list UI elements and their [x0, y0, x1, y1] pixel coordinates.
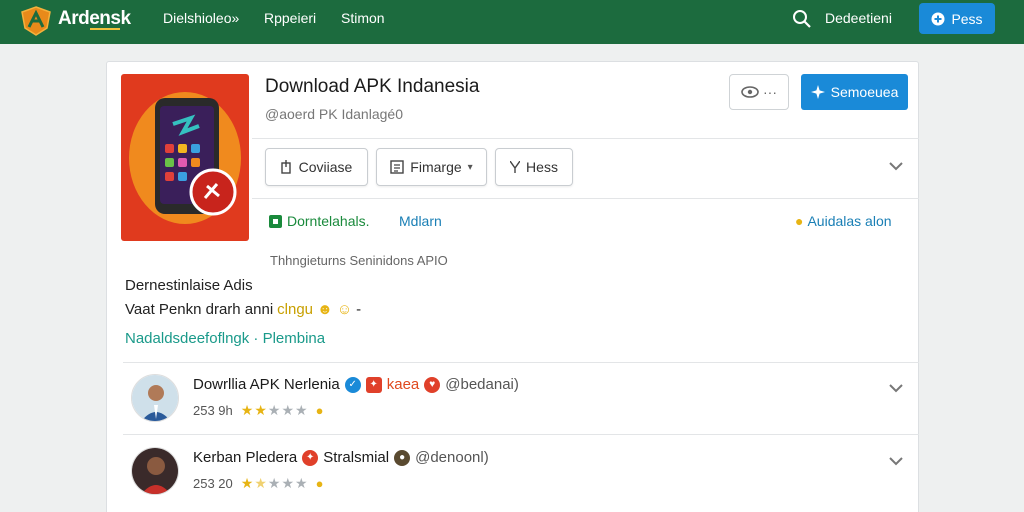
plus-icon [931, 12, 945, 25]
description-text: Vaat Penkn drarh anni [125, 301, 274, 318]
avatar[interactable] [131, 374, 179, 422]
globe-icon: ● [394, 449, 411, 466]
eye-icon [741, 86, 759, 98]
warning-icon: ● [795, 213, 804, 229]
manage-dropdown[interactable]: Fimarge ▾ [376, 148, 487, 186]
user-menu[interactable]: Dedeetieni [825, 10, 892, 26]
star-icon: ★ [295, 475, 308, 491]
section-tags[interactable]: Nadaldsdeefoflngk · Plembina [125, 330, 325, 347]
reviewer-handle[interactable]: @denoonl) [415, 449, 489, 466]
review-item[interactable]: Kerban Pledera ✦ Stralsmial ● @denoonl) … [131, 443, 921, 505]
review-item[interactable]: Dowrllia APK Nerlenia ✓ ✦ kaea ♥ @bedana… [131, 370, 921, 432]
notice-link[interactable]: ● Auidalas alon [795, 213, 892, 229]
star-rating: ★ ★ ★ ★ ★ [241, 475, 308, 492]
divider [123, 434, 919, 435]
manage-label: Fimarge [410, 159, 462, 175]
star-icon: ★ [240, 402, 254, 418]
star-icon: ★ [267, 402, 281, 418]
divider [252, 138, 919, 139]
emoji-icon: ● [315, 476, 324, 491]
star-icon: ★ [295, 402, 308, 418]
avatar[interactable] [131, 447, 179, 495]
brand-name[interactable]: Ardensk [58, 8, 131, 30]
section-description: Vaat Penkn drarh anni clngu ☻ ☺ - [125, 301, 361, 318]
star-rating: ★ ★ ★ ★ ★ [241, 402, 308, 419]
divider [123, 362, 919, 363]
view-toggle-button[interactable]: ··· [729, 74, 789, 110]
nav-item-2[interactable]: Rppeieri [264, 10, 316, 26]
star-icon: ★ [267, 475, 281, 491]
phone-illustration [129, 92, 241, 224]
brand-underline [90, 28, 120, 30]
star-icon: ★ [281, 402, 295, 418]
star-icon: ★ [254, 402, 267, 418]
chevron-down-icon[interactable] [888, 380, 904, 396]
filter-button[interactable]: Hess [495, 148, 573, 186]
star-icon: ★ [281, 475, 295, 491]
app-title: Download APK Indanesia [265, 76, 480, 97]
dash-separator: - [356, 301, 362, 318]
status-link[interactable]: Mdlarn [399, 213, 442, 229]
reviewer-handle[interactable]: @bedanai) [445, 376, 519, 393]
download-icon [280, 160, 291, 174]
primary-action-label: Semoeuea [830, 84, 899, 100]
reviewer-name: Kerban Pledera [193, 449, 298, 466]
header-action-button[interactable]: Pess [919, 3, 995, 34]
badge-icon: ✦ [302, 449, 319, 466]
description-highlight: clngu [277, 301, 314, 318]
chevron-down-icon[interactable] [888, 453, 904, 469]
search-icon[interactable] [792, 9, 812, 29]
filter-label: Hess [526, 159, 558, 175]
review-time: 253 20 [193, 476, 233, 491]
emoji-icon: ☻ [317, 301, 333, 318]
emoji-icon: ● [315, 403, 324, 418]
download-button[interactable]: Coviiase [265, 148, 368, 186]
section-heading: Dernestinlaise Adis [125, 277, 253, 294]
divider [252, 198, 919, 199]
caret-icon: ▾ [467, 161, 473, 173]
review-tag: Stralsmial [323, 449, 390, 466]
verified-icon: ✓ [344, 376, 361, 393]
filter-icon [510, 161, 521, 173]
nav-item-1[interactable]: Dielshioleo» [163, 10, 239, 26]
sparkle-icon [810, 85, 825, 99]
review-time: 253 9h [193, 403, 233, 418]
list-icon [390, 160, 404, 174]
download-status: Dorntelahals. [269, 213, 370, 229]
review-meta: 253 20 ★ ★ ★ ★ ★ ● [193, 475, 323, 492]
reviewer-name: Dowrllia APK Nerlenia [193, 376, 340, 393]
star-icon: ★ [240, 475, 254, 491]
section-caption: Thhngieturns Seninidons APIO [270, 253, 448, 268]
top-navigation-bar: Ardensk Dielshioleo» Rppeieri Stimon Ded… [0, 0, 1024, 44]
heart-icon: ♥ [424, 376, 441, 393]
app-detail-card: Download APK Indanesia @aoerd PK Idanlag… [106, 61, 919, 512]
notice-label: Auidalas alon [807, 213, 892, 229]
shield-logo-icon[interactable] [20, 6, 52, 36]
review-title: Kerban Pledera ✦ Stralsmial ● @denoonl) [193, 449, 489, 466]
status-text: Dorntelahals. [287, 213, 370, 229]
star-icon: ★ [254, 475, 267, 491]
download-label: Coviiase [298, 159, 353, 175]
primary-action-button[interactable]: Semoeuea [801, 74, 908, 110]
header-action-label: Pess [951, 10, 983, 27]
review-meta: 253 9h ★ ★ ★ ★ ★ ● [193, 402, 323, 419]
review-tag: kaea [386, 376, 420, 393]
view-toggle-label: ··· [763, 84, 777, 100]
status-icon [269, 214, 282, 228]
chevron-down-icon[interactable] [888, 158, 904, 174]
app-icon [121, 74, 249, 241]
app-developer[interactable]: @aoerd PK Idanlagé0 [265, 106, 403, 122]
emoji-icon: ☺ [336, 301, 353, 318]
nav-item-3[interactable]: Stimon [341, 10, 385, 26]
badge-icon: ✦ [365, 376, 382, 393]
review-title: Dowrllia APK Nerlenia ✓ ✦ kaea ♥ @bedana… [193, 376, 519, 393]
